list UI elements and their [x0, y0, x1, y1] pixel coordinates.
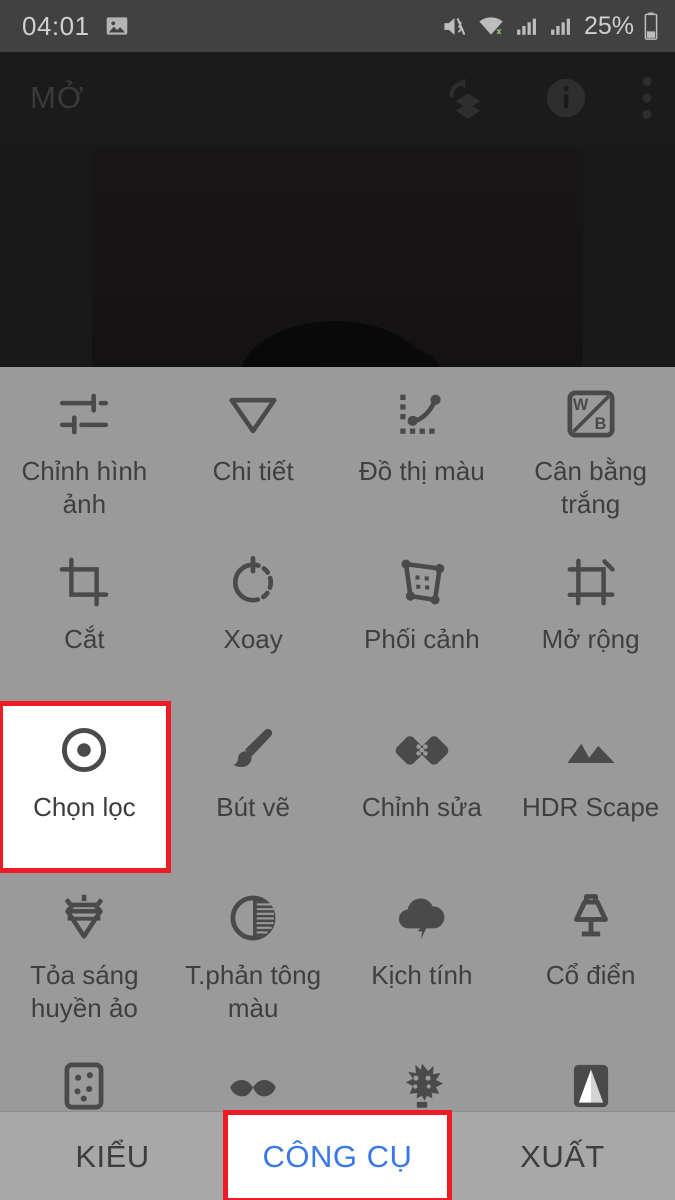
drama-cloud-icon [393, 887, 451, 949]
tool-label: T.phản tông màu [185, 960, 322, 1023]
image-icon [104, 13, 130, 39]
mute-icon [441, 13, 468, 40]
grunge-icon [394, 1055, 450, 1111]
tools-grid: Chỉnh hình ảnh Chi tiết Đồ thị màu W B C… [0, 367, 675, 1111]
battery-percent: 25% [583, 11, 634, 40]
tool-selective[interactable]: Chọn lọc [0, 701, 171, 873]
tool-grunge[interactable]: Grunge [338, 1039, 507, 1111]
tool-label: Cân bằng trắng [534, 456, 647, 519]
vintage-lamp-icon [562, 887, 620, 949]
status-bar: 04:01 25% [0, 0, 675, 52]
glamour-glow-icon [55, 887, 113, 949]
tool-curves[interactable]: Đồ thị màu [338, 367, 507, 535]
tool-label: Mở rộng [541, 624, 640, 654]
tonal-contrast-icon [225, 887, 281, 949]
tool-healing[interactable]: Chỉnh sửa [338, 703, 507, 871]
app-bar-actions [445, 75, 653, 121]
brush-icon [225, 719, 281, 781]
tool-label: Xoay [223, 624, 283, 654]
tool-drama[interactable]: Kịch tính [338, 871, 507, 1039]
tool-white-balance[interactable]: W B Cân bằng trắng [506, 367, 675, 535]
tool-perspective[interactable]: Phối cảnh [338, 535, 507, 703]
black-white-icon [564, 1055, 618, 1111]
tool-vintage[interactable]: Cổ điển [506, 871, 675, 1039]
info-icon[interactable] [543, 75, 589, 121]
undo-layers-icon[interactable] [445, 75, 491, 121]
tool-label: Cắt [64, 624, 105, 654]
tool-expand[interactable]: Mở rộng [506, 535, 675, 703]
tool-rotate[interactable]: Xoay [169, 535, 338, 703]
tool-label: Kịch tính [371, 960, 473, 990]
tool-label: Phối cảnh [364, 624, 480, 654]
tool-glamour-glow[interactable]: Tỏa sáng huyền ảo [0, 871, 169, 1039]
tool-label: Chọn lọc [33, 792, 136, 822]
app-bar: MỞ [0, 52, 675, 144]
photo-canvas[interactable] [0, 144, 675, 367]
tab-export[interactable]: XUẤT [450, 1112, 675, 1200]
overflow-menu-icon[interactable] [641, 75, 653, 121]
details-triangle-icon [224, 383, 282, 445]
selective-icon [56, 719, 112, 781]
curves-icon [393, 383, 451, 445]
status-bar-right: 25% [441, 12, 659, 41]
tool-label: Chỉnh hình ảnh [21, 456, 148, 519]
white-balance-icon: W B [564, 383, 618, 445]
tool-brush[interactable]: Bút vẽ [169, 703, 338, 871]
svg-text:W: W [573, 396, 589, 414]
healing-icon [393, 719, 451, 781]
tool-crop[interactable]: Cắt [0, 535, 169, 703]
tab-tools[interactable]: CÔNG CỤ [223, 1110, 452, 1200]
tool-label: Đồ thị màu [359, 456, 485, 486]
expand-icon [563, 551, 619, 613]
tab-styles[interactable]: KIỂU [0, 1112, 225, 1200]
tool-label: Bút vẽ [216, 792, 290, 822]
screen: 04:01 25% MỞ Chỉnh hình ảnh Chi tiết Đồ … [0, 0, 675, 1200]
tools-sheet: Chỉnh hình ảnh Chi tiết Đồ thị màu W B C… [0, 367, 675, 1111]
tool-label: Tỏa sáng huyền ảo [30, 960, 139, 1023]
wifi-icon [477, 13, 505, 40]
tool-black-white[interactable]: Đen trắng [506, 1039, 675, 1111]
tool-grainy-film[interactable]: Phim nhựa [0, 1039, 169, 1111]
signal-sim1-icon [514, 14, 539, 39]
tool-tune-image[interactable]: Chỉnh hình ảnh [0, 367, 169, 535]
tool-label: Chỉnh sửa [361, 792, 482, 822]
tool-tonal-contrast[interactable]: T.phản tông màu [169, 871, 338, 1039]
rotate-icon [225, 551, 281, 613]
retrolux-moustache-icon [224, 1055, 282, 1111]
tool-label: HDR Scape [521, 792, 660, 822]
crop-icon [56, 551, 112, 613]
battery-icon [643, 12, 659, 40]
tool-details[interactable]: Chi tiết [169, 367, 338, 535]
status-bar-left: 04:01 [22, 11, 130, 42]
tune-icon [55, 383, 113, 445]
tool-hdr-scape[interactable]: HDR Scape [506, 703, 675, 871]
hdr-mountains-icon [562, 719, 620, 781]
signal-sim2-icon [548, 14, 573, 39]
tool-retrolux[interactable]: Ngược sáng [169, 1039, 338, 1111]
perspective-icon [393, 551, 451, 613]
bottom-tab-bar: KIỂU CÔNG CỤ XUẤT [0, 1110, 675, 1200]
svg-text:B: B [594, 415, 606, 433]
app-bar-title: MỞ [30, 80, 85, 115]
tool-label: Cổ điển [545, 960, 636, 990]
photo-preview [92, 148, 583, 367]
grainy-film-icon [57, 1055, 111, 1111]
status-time: 04:01 [22, 10, 90, 41]
tool-label: Chi tiết [212, 456, 294, 486]
